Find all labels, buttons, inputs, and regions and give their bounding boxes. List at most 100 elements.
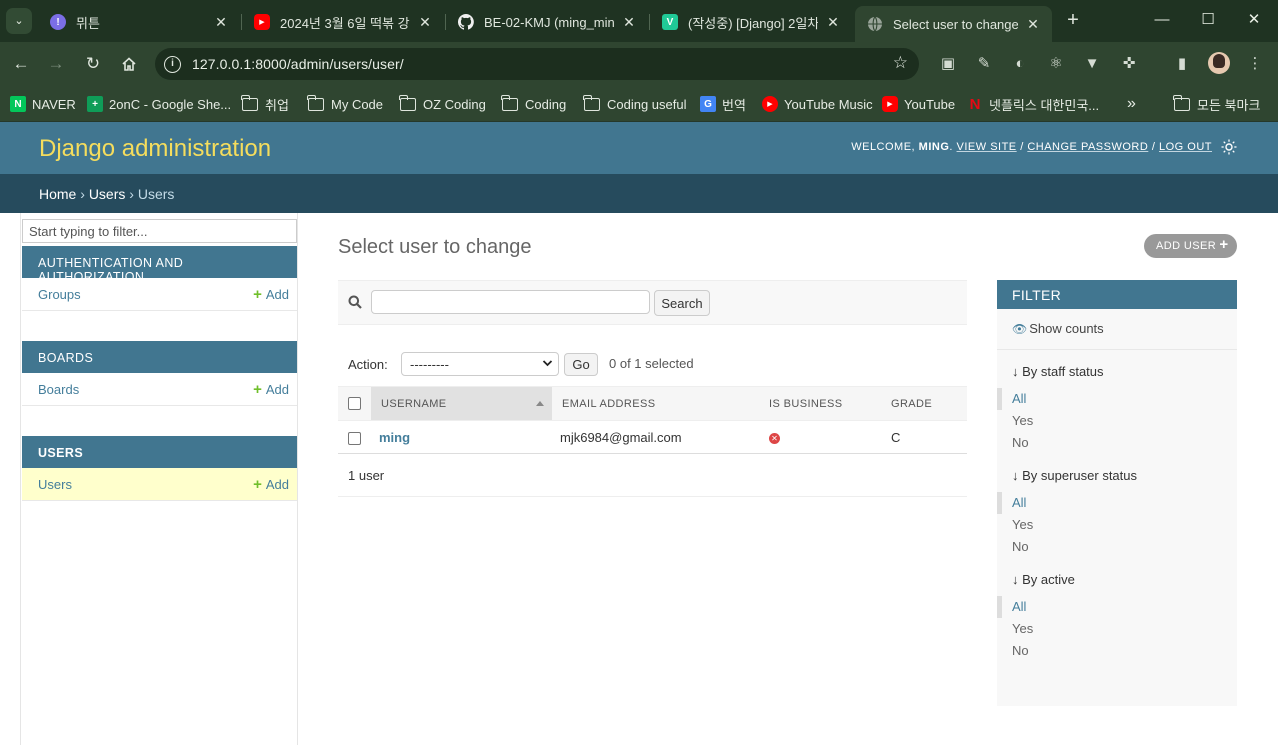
filter-option-all[interactable]: All	[997, 388, 1237, 410]
nav-filter-input[interactable]	[22, 219, 297, 243]
breadcrumb-app[interactable]: Users	[89, 186, 126, 202]
extension-icon[interactable]: ◐	[1009, 53, 1031, 75]
site-branding[interactable]: Django administration	[39, 135, 271, 163]
youtube-icon: ▶	[882, 96, 898, 112]
sidebar-item-users[interactable]: Users + Add	[22, 468, 297, 501]
address-bar[interactable]: i 127.0.0.1:8000/admin/users/user/ ☆	[155, 48, 919, 80]
sidebar-item-boards[interactable]: Boards + Add	[22, 373, 297, 406]
bookmark-youtube-music[interactable]: ▶ YouTube Music	[762, 93, 873, 115]
filter-option-no[interactable]: No	[997, 432, 1237, 454]
breadcrumb-separator: ›	[76, 186, 89, 202]
more-bookmarks-chevron-icon[interactable]: »	[1127, 93, 1136, 115]
action-select[interactable]: ---------	[401, 352, 559, 376]
row-checkbox[interactable]	[348, 431, 361, 445]
view-site-link[interactable]: VIEW SITE	[957, 141, 1017, 153]
bookmark-folder-coding-useful[interactable]: Coding useful	[583, 93, 687, 115]
minimize-icon[interactable]: —	[1148, 8, 1176, 32]
react-devtools-icon[interactable]: ⚛	[1045, 53, 1067, 75]
browser-tab-2[interactable]: ▶ 2024년 3월 6일 떡볶 강사 ✕	[242, 6, 444, 38]
bookmark-naver[interactable]: N NAVER	[10, 93, 76, 115]
vue-devtools-icon[interactable]: ▼	[1081, 53, 1103, 75]
address-url[interactable]: 127.0.0.1:8000/admin/users/user/	[192, 56, 404, 72]
search-button[interactable]: Search	[654, 290, 710, 316]
add-user-button[interactable]: ADD USER +	[1144, 234, 1237, 258]
show-counts-link[interactable]: 👁 Show counts	[997, 309, 1237, 350]
forward-arrow-icon[interactable]: →	[44, 52, 68, 76]
tab-close-icon[interactable]: ✕	[1024, 16, 1042, 33]
select-all-checkbox[interactable]	[348, 397, 361, 410]
search-input[interactable]	[371, 290, 650, 314]
bookmark-folder-jobs[interactable]: 취업	[241, 93, 289, 115]
add-users-link[interactable]: + Add	[253, 476, 289, 493]
browser-tab-active[interactable]: Select user to change | Dj ✕	[855, 6, 1052, 42]
filter-option-no[interactable]: No	[997, 536, 1237, 558]
site-info-icon[interactable]: i	[164, 55, 181, 73]
filter-option-no[interactable]: No	[997, 640, 1237, 662]
bookmark-label: 취업	[265, 97, 289, 113]
filter-option-yes[interactable]: Yes	[997, 410, 1237, 432]
sidebar-item-label[interactable]: Users	[38, 477, 72, 492]
camera-extension-icon[interactable]: ▣	[937, 53, 959, 75]
filter-option-yes[interactable]: Yes	[997, 618, 1237, 640]
browser-tab-3[interactable]: BE-02-KMJ (ming_ming_ ✕	[446, 6, 648, 38]
filter-option-yes[interactable]: Yes	[997, 514, 1237, 536]
change-password-link[interactable]: CHANGE PASSWORD	[1027, 141, 1148, 153]
add-groups-link[interactable]: + Add	[253, 286, 289, 303]
column-label[interactable]: EMAIL ADDRESS	[562, 398, 655, 410]
column-email[interactable]: EMAIL ADDRESS	[552, 386, 759, 421]
column-grade[interactable]: GRADE	[883, 386, 967, 421]
column-username[interactable]: USERNAME	[371, 386, 552, 421]
menu-kebab-icon[interactable]: ⋮	[1244, 53, 1266, 75]
add-boards-link[interactable]: + Add	[253, 381, 289, 398]
column-label[interactable]: USERNAME	[381, 398, 447, 410]
sidebar-item-groups[interactable]: Groups + Add	[22, 278, 297, 311]
bookmark-folder-my-code[interactable]: My Code	[307, 93, 383, 115]
bookmark-youtube[interactable]: ▶ YouTube	[882, 93, 955, 115]
all-bookmarks-folder[interactable]: 모든 북마크	[1173, 93, 1260, 115]
sidebar-item-label[interactable]: Groups	[38, 287, 81, 302]
filter-option-all[interactable]: All	[997, 596, 1237, 618]
browser-tab-4[interactable]: V (작성중) [Django] 2일차 ✕	[650, 6, 852, 38]
bookmark-translate[interactable]: G 번역	[700, 93, 746, 115]
close-window-icon[interactable]: ✕	[1240, 8, 1268, 32]
eyedropper-extension-icon[interactable]: ✎	[973, 53, 995, 75]
profile-avatar[interactable]	[1208, 52, 1230, 74]
tab-close-icon[interactable]: ✕	[824, 14, 842, 31]
tab-close-icon[interactable]: ✕	[620, 14, 638, 31]
browser-tab-1[interactable]: ! 뮈튼 ✕	[38, 6, 240, 38]
new-tab-plus-icon[interactable]: +	[1062, 9, 1084, 31]
log-out-link[interactable]: LOG OUT	[1159, 141, 1212, 153]
go-button[interactable]: Go	[564, 353, 598, 376]
bookmark-star-icon[interactable]: ☆	[893, 53, 908, 73]
tab-close-icon[interactable]: ✕	[212, 14, 230, 31]
module-caption[interactable]: USERS	[22, 436, 297, 468]
bookmark-folder-oz-coding[interactable]: OZ Coding	[399, 93, 486, 115]
home-icon[interactable]	[117, 52, 141, 76]
sort-ascending-icon[interactable]	[530, 398, 544, 410]
breadcrumb-home[interactable]: Home	[39, 186, 76, 202]
column-label[interactable]: GRADE	[891, 398, 932, 410]
is-business-cell: ✕	[759, 420, 883, 454]
extensions-puzzle-icon[interactable]: ✜	[1118, 53, 1140, 75]
tab-search-dropdown-icon[interactable]: ⌄	[6, 8, 32, 34]
bookmark-netflix[interactable]: N 넷플릭스 대한민국...	[967, 93, 1100, 115]
tab-close-icon[interactable]: ✕	[416, 14, 434, 31]
filter-option-all[interactable]: All	[997, 492, 1237, 514]
module-caption[interactable]: BOARDS	[22, 341, 297, 373]
side-panel-icon[interactable]: ▮	[1171, 53, 1193, 75]
user-link[interactable]: ming	[379, 430, 410, 445]
bookmark-label: NAVER	[32, 96, 76, 112]
selection-counter: 0 of 1 selected	[609, 356, 694, 371]
bookmark-folder-coding[interactable]: Coding	[501, 93, 566, 115]
bookmark-sheets[interactable]: +2onC - Google She...	[87, 93, 231, 115]
theme-toggle-sun-icon[interactable]	[1220, 139, 1238, 157]
row-select-cell	[338, 420, 371, 454]
maximize-icon[interactable]: ☐	[1194, 8, 1222, 32]
back-arrow-icon[interactable]: ←	[9, 52, 33, 76]
column-is-business[interactable]: IS BUSINESS	[759, 386, 883, 421]
filter-title-staff: ↓ By staff status	[1012, 364, 1104, 379]
column-label[interactable]: IS BUSINESS	[769, 398, 842, 410]
module-caption[interactable]: AUTHENTICATION AND AUTHORIZATION	[22, 246, 297, 284]
reload-icon[interactable]: ↻	[81, 52, 105, 76]
sidebar-item-label[interactable]: Boards	[38, 382, 79, 397]
